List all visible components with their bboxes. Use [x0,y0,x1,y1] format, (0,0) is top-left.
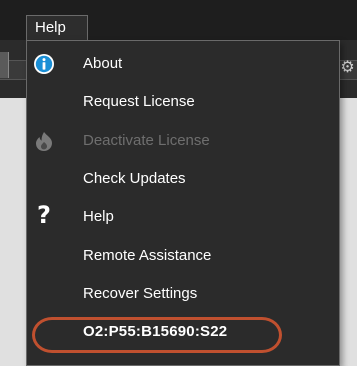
menu-item-request-license[interactable]: Request License [27,85,339,119]
menu-item-recover-settings[interactable]: Recover Settings [27,277,339,311]
app-window: ⚙ Help About Request License Deactivate … [0,0,357,366]
info-icon [34,54,54,74]
menu-item-help[interactable]: ? Help [27,200,339,234]
gear-icon[interactable]: ⚙ [338,56,357,78]
menu-item-remote-assistance[interactable]: Remote Assistance [27,239,339,273]
menu-item-deactivate-license: Deactivate License [27,124,339,158]
menu-item-request-license-label: Request License [83,93,195,110]
menu-item-check-updates[interactable]: Check Updates [27,162,339,196]
menu-item-version-code[interactable]: O2:P55:B15690:S22 [27,315,339,353]
menu-item-about[interactable]: About [27,47,339,81]
version-code-label: O2:P55:B15690:S22 [83,323,228,340]
menu-item-deactivate-license-label: Deactivate License [83,132,210,149]
fire-icon [36,132,52,151]
menu-item-remote-assistance-label: Remote Assistance [83,247,212,264]
toolbar-left-control[interactable] [0,52,9,78]
menu-item-help-label: Help [83,208,114,225]
question-icon: ? [37,201,51,229]
menubar-help[interactable]: Help [26,15,88,41]
menubar-help-label: Help [35,19,66,36]
menu-item-about-label: About [83,55,123,72]
menu-item-check-updates-label: Check Updates [83,170,186,187]
help-menu: About Request License Deactivate License… [26,40,340,366]
menu-item-recover-settings-label: Recover Settings [83,285,198,302]
